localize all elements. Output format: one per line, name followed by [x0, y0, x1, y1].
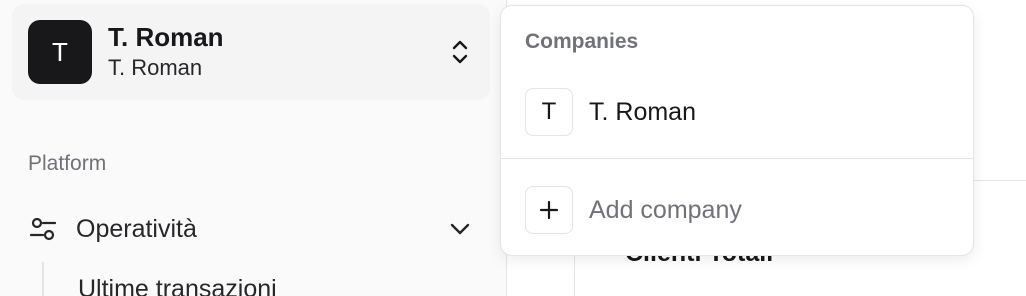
chevrons-up-down-icon[interactable] — [446, 38, 474, 66]
company-name: T. Roman — [108, 22, 224, 52]
dropdown-separator — [501, 158, 973, 159]
sliders-icon — [28, 214, 58, 244]
add-company-label: Add company — [589, 195, 742, 224]
dropdown-item-company[interactable]: T T. Roman — [513, 84, 963, 140]
company-subtitle: T. Roman — [108, 55, 203, 80]
sidebar: T T. Roman T. Roman Platform Operatività… — [0, 0, 507, 296]
sidebar-subitem-ultime-transazioni[interactable]: Ultime transazioni — [78, 275, 277, 296]
sidebar-item-label: Operatività — [76, 214, 197, 243]
company-avatar: T — [28, 20, 92, 84]
company-text: T. Roman T. Roman — [108, 21, 446, 83]
section-label-platform: Platform — [28, 152, 107, 175]
chevron-down-icon[interactable] — [446, 215, 474, 243]
company-dropdown: Companies T T. Roman Add company — [500, 5, 974, 256]
dropdown-heading: Companies — [525, 30, 639, 53]
sidebar-item-operativita[interactable]: Operatività — [12, 202, 490, 256]
company-item-label: T. Roman — [589, 97, 696, 126]
submenu-line — [42, 262, 44, 296]
company-letter-box: T — [525, 88, 573, 136]
add-company-button[interactable]: Add company — [513, 182, 963, 238]
plus-icon — [525, 186, 573, 234]
app-window: T T. Roman T. Roman Platform Operatività… — [0, 0, 1026, 296]
company-switcher[interactable]: T T. Roman T. Roman — [12, 4, 490, 100]
